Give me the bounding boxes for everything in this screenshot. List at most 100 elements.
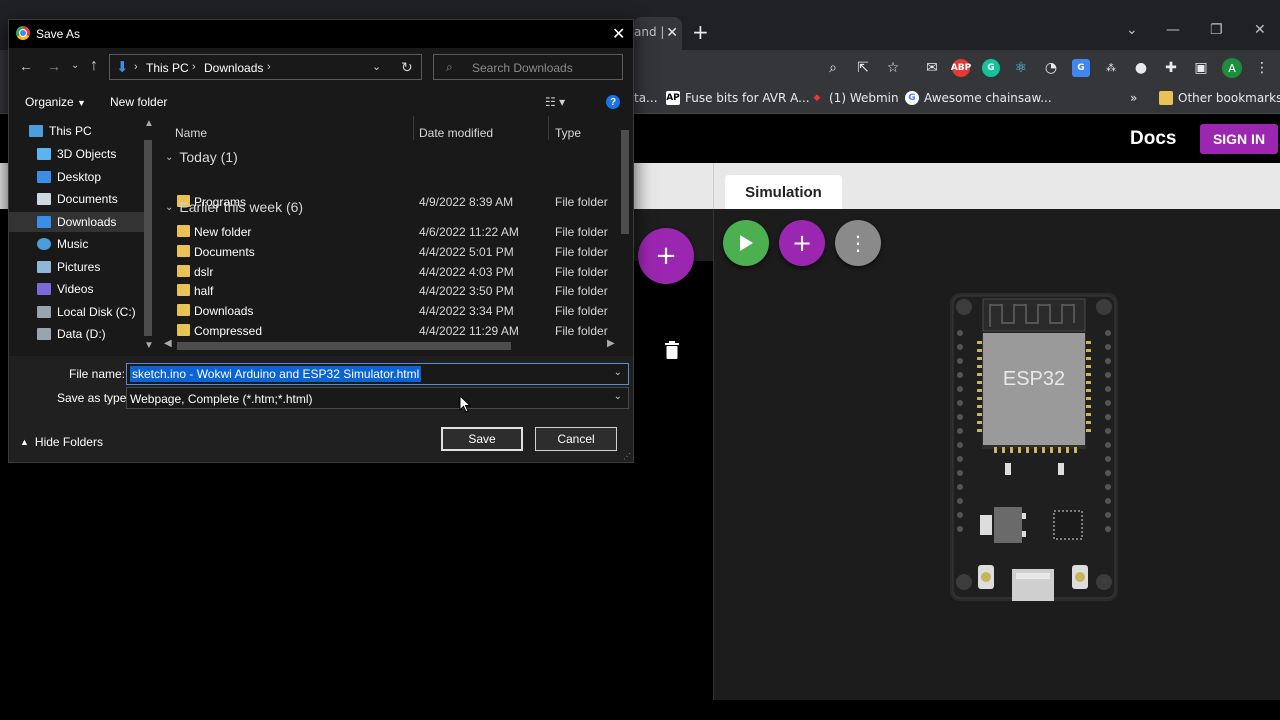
search-input[interactable]: ⌕ Search Downloads xyxy=(433,54,623,80)
chevron-down-icon[interactable]: ⌄ xyxy=(372,60,381,73)
refresh-icon[interactable]: ↻ xyxy=(401,59,413,76)
file-date: 4/4/2022 3:34 PM xyxy=(419,304,514,318)
docs-link[interactable]: Docs xyxy=(1130,128,1176,150)
breadcrumb-downloads[interactable]: Downloads xyxy=(204,61,263,75)
file-row[interactable]: Documents 4/4/2022 5:01 PM File folder xyxy=(175,242,615,262)
bookmark-item[interactable]: G Awesome chainsaw... xyxy=(905,90,1052,106)
restore-icon[interactable]: ❐ xyxy=(1210,22,1223,38)
hide-folders-button[interactable]: ▲ Hide Folders xyxy=(20,435,103,449)
react-icon[interactable]: ⚛ xyxy=(1011,58,1031,78)
address-bar[interactable]: ⬇ › This PC › Downloads › ⌄ ↻ xyxy=(109,54,422,80)
add-component-button[interactable]: + xyxy=(779,220,825,266)
nav-item-label: Local Disk (C:) xyxy=(57,305,136,319)
nav-item-music[interactable]: Music xyxy=(37,234,155,254)
file-list-scrollbar-thumb[interactable] xyxy=(621,130,629,234)
column-divider[interactable] xyxy=(413,116,414,140)
breadcrumb-this-pc[interactable]: This PC xyxy=(146,61,189,75)
file-row[interactable]: half 4/4/2022 3:50 PM File folder xyxy=(175,281,615,301)
file-row[interactable]: Downloads 4/4/2022 3:34 PM File folder xyxy=(175,301,615,321)
browser-tab[interactable]: and | ✕ xyxy=(634,17,682,50)
save-as-type-select[interactable]: Webpage, Complete (*.htm;*.html) ⌄ xyxy=(126,387,629,409)
menu-icon[interactable]: ⋮ xyxy=(1252,58,1272,78)
file-row[interactable]: New folder 4/6/2022 11:22 AM File folder xyxy=(175,222,615,242)
file-row[interactable]: Compressed 4/4/2022 11:29 AM File folder xyxy=(175,321,615,341)
dialog-close-icon[interactable]: ✕ xyxy=(612,24,625,44)
chevron-right-icon: › xyxy=(134,61,138,73)
gmail-icon[interactable]: ✉ xyxy=(922,58,942,78)
add-part-button[interactable]: + xyxy=(638,228,694,284)
chevron-down-icon[interactable]: ⌄ xyxy=(614,367,622,378)
share-icon[interactable]: ⇱ xyxy=(853,58,873,78)
nav-scrollbar-thumb[interactable] xyxy=(144,140,152,336)
horizontal-scrollbar-thumb[interactable] xyxy=(177,342,511,350)
more-options-button[interactable]: ⋮ xyxy=(835,220,881,266)
nav-item-this-pc[interactable]: This PC xyxy=(29,121,149,141)
nav-item-downloads[interactable]: Downloads xyxy=(9,212,145,232)
column-type[interactable]: Type xyxy=(555,126,581,140)
zoom-icon[interactable]: ⌕ xyxy=(823,58,843,78)
nav-item-pictures[interactable]: Pictures xyxy=(37,257,155,277)
minimize-icon[interactable]: — xyxy=(1166,22,1180,38)
cancel-button[interactable]: Cancel xyxy=(535,427,617,451)
dialog-title-bar[interactable]: Save As ✕ xyxy=(9,20,633,48)
save-button[interactable]: Save xyxy=(441,427,523,451)
view-options-icon[interactable]: ☷ ▾ xyxy=(545,95,565,109)
puzzle-icon[interactable]: ✚ xyxy=(1161,58,1181,78)
group-header[interactable]: ⌄ Today (1) xyxy=(165,149,238,165)
esp32-board[interactable]: ESP32 xyxy=(950,293,1118,601)
bookmark-label: (1) Webmin xyxy=(829,91,899,105)
trash-icon[interactable] xyxy=(664,340,680,360)
bookmark-item[interactable]: AP Fuse bits for AVR A... xyxy=(666,90,810,106)
scroll-right-icon[interactable]: ▶ xyxy=(607,338,615,349)
avatar[interactable]: A xyxy=(1222,58,1242,78)
other-bookmarks[interactable]: Other bookmarks xyxy=(1159,90,1280,106)
translate-icon[interactable]: G xyxy=(1072,59,1090,77)
forward-icon[interactable]: → xyxy=(47,58,61,74)
bookmark-item[interactable]: ◆ (1) Webmin xyxy=(810,90,899,106)
tab-close-icon[interactable]: ✕ xyxy=(666,25,678,41)
nav-item-data-disk[interactable]: Data (D:) xyxy=(37,324,155,344)
abp-icon[interactable]: ABP xyxy=(951,59,971,77)
new-tab-icon[interactable]: + xyxy=(692,22,709,42)
file-name-field[interactable]: sketch.ino - Wokwi Arduino and ESP32 Sim… xyxy=(126,363,629,385)
start-simulation-button[interactable] xyxy=(723,220,769,266)
tab-simulation[interactable]: Simulation xyxy=(725,175,842,209)
organize-menu[interactable]: Organize ▼ xyxy=(25,95,86,109)
nav-item-label: Pictures xyxy=(57,260,101,274)
nav-item-3d-objects[interactable]: 3D Objects xyxy=(37,144,155,164)
column-name[interactable]: Name xyxy=(175,126,207,140)
resize-grip-icon[interactable]: ⋰ xyxy=(623,452,631,461)
column-divider[interactable] xyxy=(548,116,549,140)
file-name: New folder xyxy=(194,225,252,239)
scroll-up-icon[interactable]: ▲ xyxy=(144,118,154,129)
folder-icon xyxy=(177,265,190,277)
sidebar-icon[interactable]: ▣ xyxy=(1191,58,1211,78)
circle-icon[interactable]: ● xyxy=(1131,58,1151,78)
ap-icon: AP xyxy=(666,91,680,105)
back-icon[interactable]: ← xyxy=(19,58,33,74)
file-row[interactable]: dslr 4/4/2022 4:03 PM File folder xyxy=(175,262,615,282)
grammarly-icon[interactable]: G xyxy=(982,59,1000,77)
bookmark-item[interactable]: ta... xyxy=(634,90,658,106)
chevron-down-icon[interactable]: ⌄ xyxy=(1126,22,1138,38)
column-date-modified[interactable]: Date modified xyxy=(419,126,493,140)
star-icon[interactable]: ☆ xyxy=(883,58,903,78)
scroll-left-icon[interactable]: ◀ xyxy=(164,338,172,349)
zip-icon[interactable]: ⁂ xyxy=(1101,58,1121,78)
nav-item-videos[interactable]: Videos xyxy=(37,279,155,299)
recent-locations-icon[interactable]: ⌄ xyxy=(71,60,79,71)
pictures-icon xyxy=(37,261,51,273)
group-header[interactable]: ⌄ Earlier this week (6) xyxy=(165,199,303,215)
nav-item-local-disk[interactable]: Local Disk (C:) xyxy=(37,302,155,322)
speed-icon[interactable]: ◔ xyxy=(1041,58,1061,78)
new-folder-button[interactable]: New folder xyxy=(110,95,167,109)
nav-item-documents[interactable]: Documents xyxy=(37,189,155,209)
up-icon[interactable]: ↑ xyxy=(90,57,98,75)
nav-item-desktop[interactable]: Desktop xyxy=(37,167,155,187)
sign-in-button[interactable]: SIGN IN xyxy=(1200,124,1278,154)
scroll-down-icon[interactable]: ▼ xyxy=(144,340,154,351)
bookmarks-overflow[interactable]: » xyxy=(1130,90,1137,106)
help-icon[interactable]: ? xyxy=(606,95,620,109)
save-as-type-label: Save as type: xyxy=(57,391,130,405)
close-icon[interactable]: ✕ xyxy=(1254,22,1266,38)
